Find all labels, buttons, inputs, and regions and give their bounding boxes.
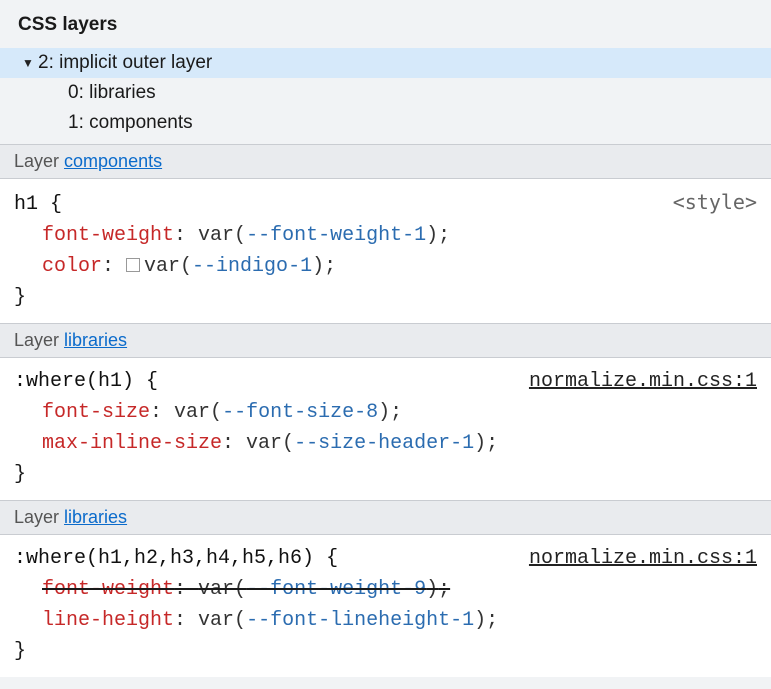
css-property-name: line-height	[42, 609, 174, 632]
colon: :	[150, 401, 174, 424]
css-declaration[interactable]: color: var(--indigo-1);	[14, 251, 757, 282]
semicolon: ;	[438, 224, 450, 247]
semicolon: ;	[486, 432, 498, 455]
var-open: var(	[198, 224, 246, 247]
layer-prefix: Layer	[14, 507, 64, 527]
layer-link[interactable]: libraries	[64, 330, 127, 350]
var-close: )	[378, 401, 390, 424]
declaration-text: line-height: var(--font-lineheight-1);	[42, 609, 498, 632]
semicolon: ;	[324, 255, 336, 278]
css-variable-name[interactable]: --font-lineheight-1	[246, 609, 474, 632]
rule-blocks-container: Layer componentsh1 {<style>font-weight: …	[0, 144, 771, 677]
css-variable-name[interactable]: --size-header-1	[294, 432, 474, 455]
rule-block: :where(h1) { normalize.min.css:1 font-size…	[0, 358, 771, 500]
css-property-name: font-weight	[42, 224, 174, 247]
selector-line: h1 {	[14, 189, 62, 220]
css-variable-name[interactable]: --indigo-1	[192, 255, 312, 278]
rule-source[interactable]: normalize.min.css:1	[529, 366, 757, 397]
colon: :	[222, 432, 246, 455]
tree-label: 2: implicit outer layer	[38, 52, 212, 74]
close-brace: }	[14, 459, 757, 490]
semicolon: ;	[390, 401, 402, 424]
tree-row-child[interactable]: 1: components	[0, 108, 771, 138]
css-variable-name[interactable]: --font-weight-9	[246, 578, 426, 601]
semicolon: ;	[438, 578, 450, 601]
layer-tree: ▼ 2: implicit outer layer 0: libraries 1…	[0, 48, 771, 144]
css-declaration[interactable]: font-weight: var(--font-weight-9);	[14, 574, 757, 605]
rule-source: <style>	[673, 187, 757, 218]
css-property-name: font-size	[42, 401, 150, 424]
tree-label: 0: libraries	[68, 82, 156, 104]
css-property-name: color	[42, 255, 102, 278]
css-selector[interactable]: :where(h1,h2,h3,h4,h5,h6)	[14, 547, 314, 570]
layer-link[interactable]: components	[64, 151, 162, 171]
var-close: )	[474, 609, 486, 632]
selector-line: :where(h1) {	[14, 366, 158, 397]
layer-link[interactable]: libraries	[64, 507, 127, 527]
open-brace: {	[38, 193, 62, 216]
css-layers-panel: CSS layers ▼ 2: implicit outer layer 0: …	[0, 0, 771, 677]
css-property-name: max-inline-size	[42, 432, 222, 455]
css-declaration[interactable]: font-weight: var(--font-weight-1);	[14, 220, 757, 251]
tree-row-root[interactable]: ▼ 2: implicit outer layer	[0, 48, 771, 78]
css-variable-name[interactable]: --font-size-8	[222, 401, 378, 424]
var-open: var(	[246, 432, 294, 455]
colon: :	[102, 255, 126, 278]
color-swatch-icon[interactable]	[126, 258, 140, 272]
colon: :	[174, 578, 198, 601]
layer-prefix: Layer	[14, 151, 64, 171]
tree-row-child[interactable]: 0: libraries	[0, 78, 771, 108]
layer-header: Layer components	[0, 144, 771, 179]
rule-head: h1 { <style>	[14, 187, 757, 220]
declaration-text: max-inline-size: var(--size-header-1);	[42, 432, 498, 455]
css-selector[interactable]: :where(h1)	[14, 370, 134, 393]
open-brace: {	[314, 547, 338, 570]
rule-block: h1 {<style>font-weight: var(--font-weigh…	[0, 179, 771, 323]
close-brace: }	[14, 282, 757, 313]
declaration-overridden: font-weight: var(--font-weight-9);	[42, 578, 450, 601]
var-close: )	[474, 432, 486, 455]
layer-prefix: Layer	[14, 330, 64, 350]
colon: :	[174, 224, 198, 247]
declaration-text: color: var(--indigo-1);	[42, 255, 336, 278]
css-declaration[interactable]: max-inline-size: var(--size-header-1);	[14, 428, 757, 459]
tree-label: 1: components	[68, 112, 193, 134]
close-brace: }	[14, 636, 757, 667]
colon: :	[174, 609, 198, 632]
var-close: )	[312, 255, 324, 278]
rule-source[interactable]: normalize.min.css:1	[529, 543, 757, 574]
var-open: var(	[198, 578, 246, 601]
declaration-text: font-size: var(--font-size-8);	[42, 401, 402, 424]
disclosure-triangle-icon[interactable]: ▼	[18, 56, 38, 70]
css-property-name: font-weight	[42, 578, 174, 601]
declaration-text: font-weight: var(--font-weight-1);	[42, 224, 450, 247]
rule-head: :where(h1,h2,h3,h4,h5,h6) { normalize.min…	[14, 543, 757, 574]
layer-header: Layer libraries	[0, 500, 771, 535]
css-variable-name[interactable]: --font-weight-1	[246, 224, 426, 247]
var-close: )	[426, 224, 438, 247]
var-open: var(	[198, 609, 246, 632]
layer-header: Layer libraries	[0, 323, 771, 358]
var-open: var(	[144, 255, 192, 278]
css-declaration[interactable]: line-height: var(--font-lineheight-1);	[14, 605, 757, 636]
selector-line: :where(h1,h2,h3,h4,h5,h6) {	[14, 543, 338, 574]
rule-head: :where(h1) { normalize.min.css:1	[14, 366, 757, 397]
var-open: var(	[174, 401, 222, 424]
panel-title: CSS layers	[0, 10, 771, 48]
semicolon: ;	[486, 609, 498, 632]
open-brace: {	[134, 370, 158, 393]
var-close: )	[426, 578, 438, 601]
css-selector[interactable]: h1	[14, 193, 38, 216]
css-declaration[interactable]: font-size: var(--font-size-8);	[14, 397, 757, 428]
rule-block: :where(h1,h2,h3,h4,h5,h6) { normalize.min…	[0, 535, 771, 677]
